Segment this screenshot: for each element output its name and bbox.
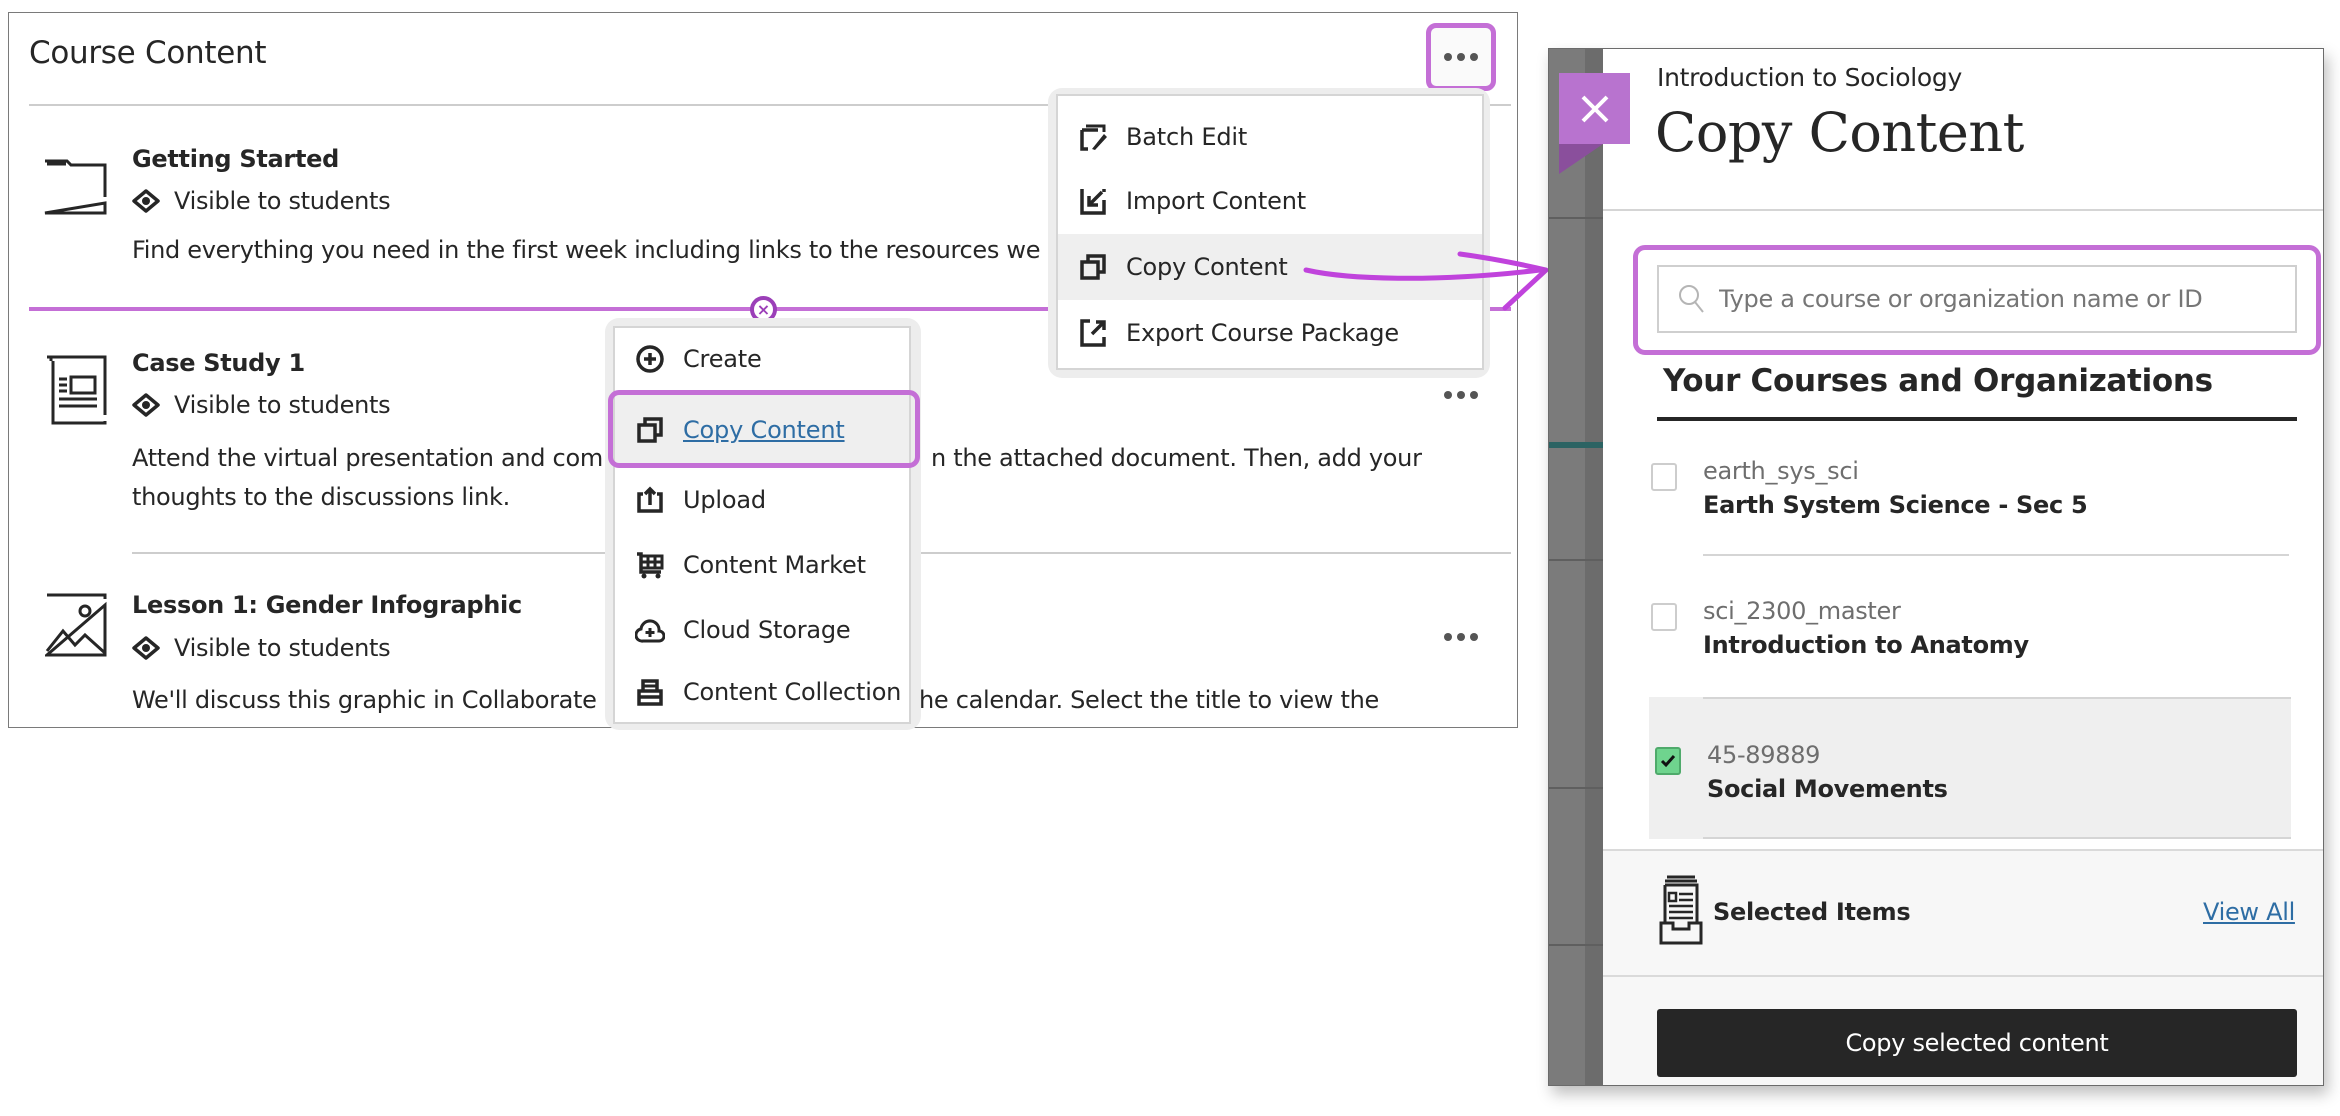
course-name: Introduction to Anatomy (1703, 631, 2029, 659)
visibility-label: Visible to students (174, 634, 391, 662)
menu-item-label: Create (683, 345, 762, 373)
section-heading: Your Courses and Organizations (1663, 363, 2213, 399)
annotation-arrow-icon (1303, 251, 1549, 311)
content-item-description-line2: thoughts to the discussions link. (132, 483, 510, 511)
visibility-label: Visible to students (174, 187, 391, 215)
divider (1603, 209, 2323, 211)
course-id: earth_sys_sci (1703, 457, 1859, 485)
panel-footer: Selected Items View All Copy selected co… (1603, 849, 2323, 1085)
heading-underline (1657, 417, 2297, 421)
visibility-status[interactable]: Visible to students (132, 391, 391, 419)
close-button-fold (1559, 144, 1647, 174)
cloud-plus-icon (635, 619, 665, 643)
folder-icon (44, 159, 107, 215)
image-icon (45, 593, 107, 657)
course-name: Social Movements (1707, 775, 1948, 803)
content-item-title[interactable]: Lesson 1: Gender Infographic (132, 591, 522, 619)
ellipsis-icon (1444, 633, 1478, 641)
menu-item-label: Cloud Storage (683, 616, 851, 644)
divider (1703, 837, 2291, 839)
copy-selected-content-button[interactable]: Copy selected content (1657, 1009, 2297, 1077)
menu-item-label: Upload (683, 486, 766, 514)
background-overlay (1549, 49, 1585, 1085)
view-all-link[interactable]: View All (2203, 898, 2295, 926)
course-id: sci_2300_master (1703, 597, 1901, 625)
menu-item-label: Batch Edit (1126, 123, 1248, 151)
content-item-description: Find everything you need in the first we… (132, 236, 1086, 264)
menu-item-content-market[interactable]: Content Market (615, 532, 909, 598)
divider (1703, 554, 2289, 556)
content-item-description-tail: n the attached document. Then, add your (931, 444, 1422, 472)
course-list-item[interactable]: 45-89889 Social Movements (1655, 741, 2295, 821)
menu-item-label: Import Content (1126, 187, 1306, 215)
close-button[interactable] (1559, 73, 1630, 144)
content-item-description: We'll discuss this graphic in Collaborat… (132, 686, 626, 714)
ellipsis-icon (1444, 53, 1478, 61)
course-name: Earth System Science - Sec 5 (1703, 491, 2088, 519)
divider (1549, 217, 1603, 219)
divider (1549, 944, 1603, 946)
export-icon (1080, 319, 1106, 347)
menu-item-cloud-storage[interactable]: Cloud Storage (615, 598, 909, 662)
checkmark-icon (1660, 755, 1676, 768)
panel-title: Copy Content (1655, 101, 2024, 164)
menu-item-content-collection[interactable]: Content Collection (615, 662, 909, 722)
selected-items-label: Selected Items (1713, 898, 1911, 926)
insert-content-menu: Create Copy Content Upload Content Marke… (613, 326, 911, 724)
menu-item-create[interactable]: Create (615, 328, 909, 390)
course-list-item[interactable]: sci_2300_master Introduction to Anatomy (1651, 597, 2291, 677)
eye-icon (132, 636, 160, 660)
menu-item-batch-edit[interactable]: Batch Edit (1058, 106, 1482, 168)
visibility-status[interactable]: Visible to students (132, 634, 391, 662)
visibility-status[interactable]: Visible to students (132, 187, 391, 215)
import-icon (1080, 189, 1106, 215)
divider (1549, 559, 1603, 561)
course-checkbox[interactable] (1651, 603, 1677, 631)
course-id: 45-89889 (1707, 741, 1821, 769)
background-overlay (1585, 49, 1603, 1085)
content-item-description: Attend the virtual presentation and comp (132, 444, 618, 472)
menu-item-import-content[interactable]: Import Content (1058, 168, 1482, 234)
menu-item-label: Content Market (683, 551, 866, 579)
item-more-options-button[interactable] (1441, 627, 1481, 647)
copy-content-highlight (608, 390, 920, 468)
upload-icon (637, 486, 663, 513)
batch-edit-icon (1080, 124, 1107, 151)
course-checkbox[interactable] (1651, 463, 1677, 491)
menu-item-upload[interactable]: Upload (615, 468, 909, 532)
eye-icon (132, 189, 160, 213)
menu-item-label: Content Collection (683, 678, 902, 706)
divider (1549, 442, 1603, 448)
course-list-item[interactable]: earth_sys_sci Earth System Science - Sec… (1651, 457, 2291, 537)
search-field[interactable] (1657, 265, 2297, 333)
content-item-title[interactable]: Case Study 1 (132, 349, 305, 377)
copy-icon (1080, 254, 1106, 280)
divider (1549, 787, 1603, 789)
cart-icon (637, 552, 664, 579)
course-options-menu: Batch Edit Import Content Copy Content E… (1056, 94, 1484, 370)
content-collection-icon (637, 679, 663, 706)
divider (1603, 975, 2323, 977)
selected-items-tray-icon (1659, 875, 1703, 945)
item-more-options-button[interactable] (1441, 385, 1481, 405)
course-more-options-button[interactable] (1426, 23, 1496, 91)
plus-circle-icon (636, 345, 664, 373)
course-name: Introduction to Sociology (1657, 63, 1962, 92)
copy-content-panel: Introduction to Sociology Copy Content Y… (1548, 48, 2324, 1086)
ellipsis-icon (1444, 391, 1478, 399)
close-icon (1581, 95, 1608, 122)
page-title: Course Content (29, 35, 267, 71)
visibility-label: Visible to students (174, 391, 391, 419)
search-input[interactable] (1719, 285, 2279, 313)
menu-item-label: Export Course Package (1126, 319, 1399, 347)
content-item-title[interactable]: Getting Started (132, 145, 339, 173)
search-icon (1679, 285, 1704, 313)
content-item-description-tail: he calendar. Select the title to view th… (919, 686, 1379, 714)
eye-icon (132, 393, 160, 417)
document-icon (47, 355, 107, 425)
course-checkbox-checked[interactable] (1655, 747, 1681, 775)
menu-item-label: Copy Content (1126, 253, 1288, 281)
divider (1703, 697, 2291, 699)
